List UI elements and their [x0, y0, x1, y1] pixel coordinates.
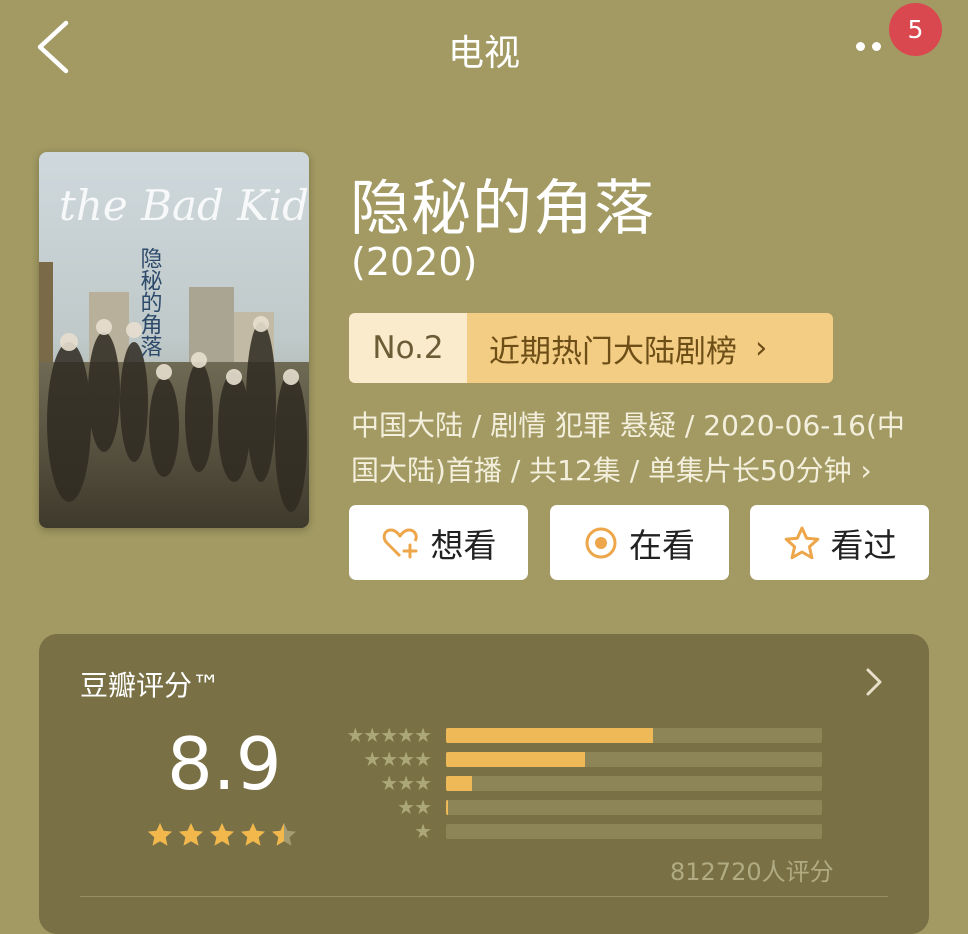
- ranking-banner[interactable]: No.2 近期热门大陆剧榜 ›: [349, 313, 833, 383]
- notification-badge[interactable]: 5: [889, 3, 942, 56]
- rating-bar-stars: ★★★★: [335, 747, 432, 771]
- rating-score: 8.9: [167, 722, 282, 806]
- star-icon: ★★★★★: [346, 723, 432, 747]
- rating-bar-fill: [446, 751, 586, 767]
- show-title: 隐秘的角落: [350, 174, 655, 244]
- poster-image[interactable]: the Bad Kids 隐秘的角落: [39, 152, 309, 528]
- ranking-list-label: 近期热门大陆剧榜: [489, 333, 737, 370]
- rating-section-title: 豆瓣评分™: [80, 669, 221, 702]
- star-icon: [210, 823, 234, 846]
- want-to-watch-button[interactable]: 想看: [349, 505, 528, 580]
- show-year: (2020): [351, 240, 478, 284]
- star-icon: [148, 823, 172, 846]
- show-metadata[interactable]: 中国大陆 / 剧情 犯罪 悬疑 / 2020-06-16(中国大陆)首播 / 共…: [351, 403, 916, 493]
- page-title: 电视: [447, 33, 520, 74]
- rating-count: 812720人评分: [670, 858, 834, 886]
- rating-stars: [146, 821, 301, 848]
- star-icon: [241, 823, 265, 846]
- more-button[interactable]: [852, 30, 892, 60]
- rating-detail-button[interactable]: [861, 664, 887, 700]
- rating-bar-fill: [446, 775, 473, 791]
- star-outline-icon: [784, 526, 819, 559]
- rating-bar-row: ★★★★: [335, 747, 822, 771]
- ranking-list: 近期热门大陆剧榜 ›: [467, 313, 833, 383]
- ranking-number: No.2: [349, 313, 467, 383]
- target-icon: [585, 527, 617, 558]
- rating-bar-fill: [446, 727, 653, 743]
- rating-bar-track: [446, 751, 822, 767]
- watching-button[interactable]: 在看: [549, 505, 729, 580]
- want-to-watch-label: 想看: [430, 525, 497, 565]
- star-icon: ★★★★: [363, 747, 432, 771]
- rating-bar-stars: ★: [335, 819, 432, 843]
- rating-bar-stars: ★★★★★: [335, 723, 432, 747]
- star-icon: ★: [414, 819, 432, 843]
- star-icon: [179, 823, 203, 846]
- rating-card: 豆瓣评分™ 8.9 ★★★★★ ★★★★ ★★★ ★★ ★ 812720人评分: [39, 634, 929, 934]
- more-dot-icon: [872, 42, 881, 51]
- rating-bar-stars: ★★★: [335, 771, 432, 795]
- watching-label: 在看: [629, 525, 695, 565]
- rating-bar-track: [446, 799, 822, 815]
- watched-label: 看过: [830, 525, 897, 565]
- rating-bar-stars: ★★: [335, 795, 432, 819]
- rating-bar-fill: [446, 799, 448, 815]
- rating-bar-track: [446, 823, 822, 839]
- star-icon: ★★★: [380, 771, 432, 795]
- star-icon: ★★: [397, 795, 432, 819]
- poster-title-cn: 隐秘的角落: [137, 247, 163, 357]
- more-dot-icon: [856, 42, 865, 51]
- poster-title-en: the Bad Kids: [59, 181, 309, 230]
- rating-bar-track: [446, 775, 822, 791]
- chevron-right-icon: ›: [755, 330, 768, 366]
- top-bar: 电视 5: [0, 0, 968, 100]
- rating-bar-track: [446, 727, 822, 743]
- divider: [80, 896, 888, 897]
- watched-button[interactable]: 看过: [750, 505, 929, 580]
- heart-plus-icon: [382, 528, 418, 558]
- action-buttons: 想看 在看 看过: [349, 505, 929, 580]
- rating-bar-row: ★: [335, 819, 822, 843]
- rating-bar-row: ★★★★★: [335, 723, 822, 747]
- star-icon: [272, 823, 296, 846]
- chevron-right-icon: [866, 668, 882, 696]
- rating-bar-row: ★★: [335, 795, 822, 819]
- rating-distribution: ★★★★★ ★★★★ ★★★ ★★ ★: [335, 723, 822, 843]
- rating-bar-row: ★★★: [335, 771, 822, 795]
